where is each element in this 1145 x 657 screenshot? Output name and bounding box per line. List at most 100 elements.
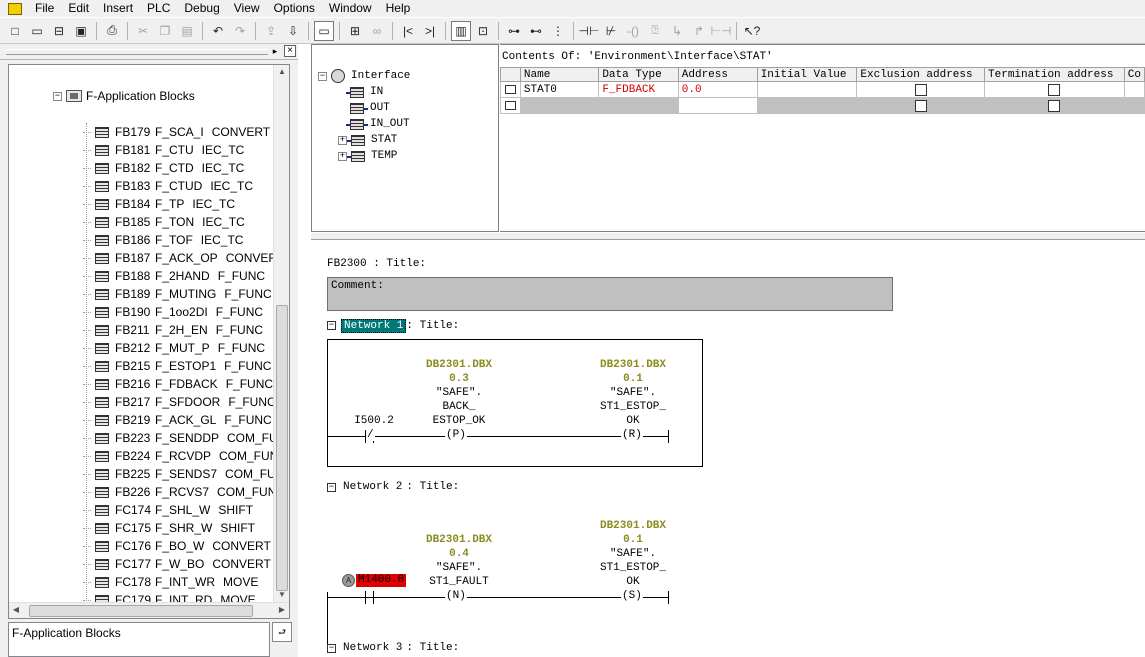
program-elements-tree[interactable]: − F-Application Blocks FB179 F_SCA_I CONVE… — [8, 64, 290, 619]
redo-icon[interactable]: ↷ — [230, 21, 250, 41]
expand-icon[interactable]: + — [338, 135, 347, 145]
menu-file[interactable]: File — [28, 0, 61, 17]
tree-item-fc174[interactable]: FC174 F_SHL_W SHIFT — [83, 501, 289, 519]
menu-insert[interactable]: Insert — [96, 0, 140, 17]
menu-help[interactable]: Help — [379, 0, 418, 17]
tree-item-fb183[interactable]: FB183 F_CTUD IEC_TC — [83, 177, 289, 195]
pin-icon[interactable]: ▸ — [270, 46, 280, 56]
exclusion-checkbox[interactable] — [914, 99, 927, 112]
new-icon[interactable]: □ — [5, 21, 25, 41]
menu-plc[interactable]: PLC — [140, 0, 177, 17]
cell-name[interactable] — [519, 97, 600, 114]
tree-item-fb184[interactable]: FB184 F_TP IEC_TC — [83, 195, 289, 213]
n2-coil-1[interactable]: (N) — [445, 590, 467, 602]
tree-item-fb219[interactable]: FB219 F_ACK_GL F_FUNC — [83, 411, 289, 429]
column-header-initial-value[interactable]: Initial Value — [756, 67, 858, 82]
cell-data-type[interactable] — [598, 97, 679, 114]
cell-initial-value[interactable] — [756, 81, 858, 98]
tree-item-fb226[interactable]: FB226 F_RCVS7 COM_FUNC — [83, 483, 289, 501]
close-icon[interactable]: × — [284, 45, 296, 57]
tree-item-fb182[interactable]: FB182 F_CTD IEC_TC — [83, 159, 289, 177]
menu-options[interactable]: Options — [267, 0, 322, 17]
cell-comment[interactable] — [1123, 97, 1145, 114]
n2-contact-address[interactable]: M1400.0 — [356, 574, 406, 587]
cell-comment[interactable] — [1123, 81, 1145, 98]
scroll-right-icon[interactable]: ▶ — [277, 605, 287, 615]
cut-icon[interactable]: ✂ — [133, 21, 153, 41]
help-icon[interactable]: ↖? — [742, 21, 762, 41]
tree-item-fb187[interactable]: FB187 F_ACK_OP CONVERT — [83, 249, 289, 267]
n2-coil-2[interactable]: (S) — [621, 590, 643, 602]
coil-icon[interactable]: -() — [623, 21, 643, 41]
cell-exclusion-address[interactable] — [856, 97, 986, 114]
panel-grip[interactable] — [6, 49, 268, 55]
open-icon[interactable]: ▭ — [27, 21, 47, 41]
undo-icon[interactable]: ↶ — [208, 21, 228, 41]
cell-initial-value[interactable] — [756, 97, 858, 114]
exclusion-checkbox[interactable] — [914, 83, 927, 96]
network-open-icon[interactable]: ⊟ — [49, 21, 69, 41]
column-header-name[interactable]: Name — [519, 67, 600, 82]
tree-item-fb217[interactable]: FB217 F_SFDOOR F_FUNC — [83, 393, 289, 411]
box-icon[interactable]: ⍰ — [645, 21, 665, 41]
column-header-data-type[interactable]: Data Type — [598, 67, 679, 82]
menu-edit[interactable]: Edit — [61, 0, 96, 17]
collapse-network-icon[interactable]: − — [327, 644, 336, 653]
column-header-termination-address[interactable]: Termination address — [984, 67, 1125, 82]
tree-item-fb181[interactable]: FB181 F_CTU IEC_TC — [83, 141, 289, 159]
pane-splitter[interactable] — [311, 233, 1145, 240]
interface-item-temp[interactable]: + TEMP — [338, 149, 397, 163]
no-contact-icon[interactable]: ⊣⊢ — [579, 21, 600, 41]
monitor-icon[interactable]: ∞ — [367, 21, 387, 41]
network-delete-icon[interactable]: ⊷ — [526, 21, 546, 41]
collapse-network-icon[interactable]: − — [327, 321, 336, 330]
expand-icon[interactable]: + — [338, 151, 347, 161]
block-comment-field[interactable]: Comment: — [327, 277, 893, 311]
nc-contact-icon[interactable]: ⊬ — [601, 21, 621, 41]
interface-root[interactable]: − Interface — [318, 69, 410, 83]
collapse-icon[interactable]: − — [318, 71, 327, 81]
tree-item-fb179[interactable]: FB179 F_SCA_I CONVERT — [83, 123, 289, 141]
collapse-network-icon[interactable]: − — [327, 483, 336, 492]
cell-name[interactable]: STAT0 — [519, 81, 600, 98]
tree-item-fb224[interactable]: FB224 F_RCVDP COM_FUNC — [83, 447, 289, 465]
tree-folder-f-application-blocks[interactable]: − F-Application Blocks — [53, 87, 195, 105]
termination-checkbox[interactable] — [1048, 83, 1061, 96]
cell-exclusion-address[interactable] — [856, 81, 986, 98]
last-icon[interactable]: >| — [420, 21, 440, 41]
cell-termination-address[interactable] — [984, 81, 1125, 98]
scroll-thumb[interactable] — [29, 605, 253, 617]
tree-item-fb215[interactable]: FB215 F_ESTOP1 F_FUNC — [83, 357, 289, 375]
interface-item-out[interactable]: OUT — [350, 101, 390, 115]
column-header-exclusion-address[interactable]: Exclusion address — [856, 67, 986, 82]
network-2-header[interactable]: Network 2 : Title: — [343, 481, 459, 493]
table-row-empty[interactable] — [500, 97, 1145, 114]
copy-icon[interactable]: ❐ — [155, 21, 175, 41]
tree-horizontal-scrollbar[interactable]: ◀ ▶ — [9, 602, 289, 618]
print-icon[interactable]: ⎙ — [102, 21, 122, 41]
menu-view[interactable]: View — [227, 0, 267, 17]
tree-item-fb212[interactable]: FB212 F_MUT_P F_FUNC — [83, 339, 289, 357]
menu-window[interactable]: Window — [322, 0, 379, 17]
download-icon[interactable]: ⇩ — [283, 21, 303, 41]
paste-icon[interactable]: ▤ — [177, 21, 197, 41]
tree-item-fb188[interactable]: FB188 F_2HAND F_FUNC — [83, 267, 289, 285]
cell-termination-address[interactable] — [984, 97, 1125, 114]
tree-vertical-scrollbar[interactable]: ▲ ▼ — [273, 65, 289, 602]
tree-item-fc178[interactable]: FC178 F_INT_WR MOVE — [83, 573, 289, 591]
tree-item-fb223[interactable]: FB223 F_SENDDP COM_FUNC — [83, 429, 289, 447]
collapse-icon[interactable]: − — [53, 91, 62, 101]
coil-2[interactable]: (R) — [621, 429, 643, 441]
tree-item-fb225[interactable]: FB225 F_SENDS7 COM_FUNC — [83, 465, 289, 483]
network-split-icon[interactable]: ⋮ — [548, 21, 568, 41]
contact-address[interactable]: I500.2 — [349, 415, 399, 427]
overview-icon[interactable]: ▥ — [451, 20, 471, 41]
tree-item-fb211[interactable]: FB211 F_2H_EN F_FUNC — [83, 321, 289, 339]
tree-item-fb189[interactable]: FB189 F_MUTING F_FUNC — [83, 285, 289, 303]
app-icon[interactable] — [8, 2, 22, 15]
view-icon[interactable]: ⊞ — [345, 21, 365, 41]
scroll-thumb[interactable] — [276, 305, 288, 591]
tree-item-fc176[interactable]: FC176 F_BO_W CONVERT — [83, 537, 289, 555]
tree-item-fc177[interactable]: FC177 F_W_BO CONVERT — [83, 555, 289, 573]
code-editor[interactable]: FB2300 : Title: Comment: − Network 1 : T… — [311, 240, 1145, 657]
